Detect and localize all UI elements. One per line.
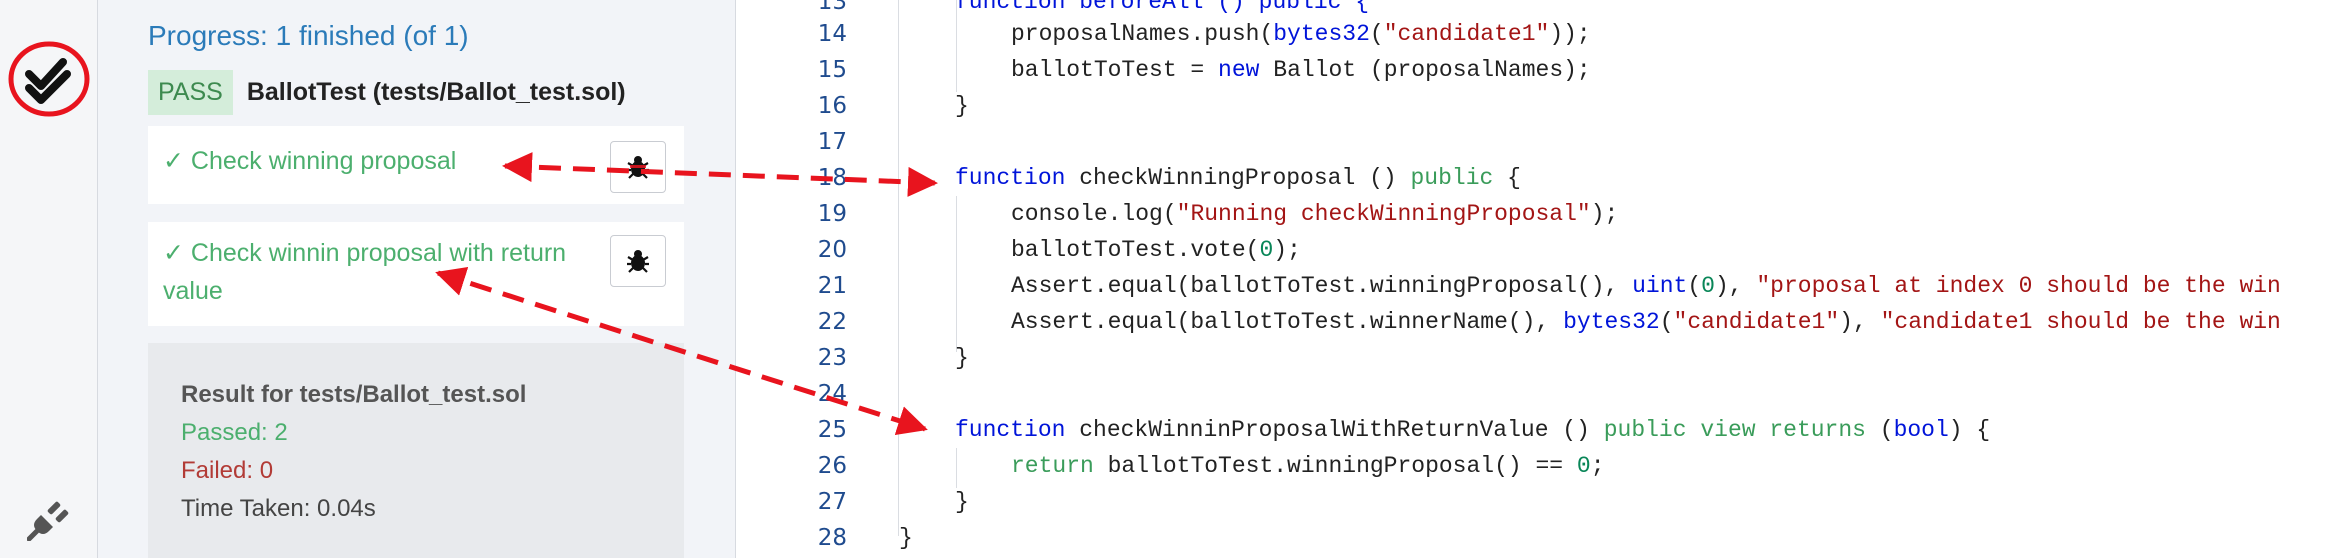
indent-guide: [898, 0, 899, 536]
code-line: Assert.equal(ballotToTest.winnerName(), …: [1011, 309, 2281, 335]
code-token: ;: [1590, 453, 1605, 479]
line-number: 27: [817, 489, 847, 515]
test-label: ✓ Check winning proposal: [163, 147, 457, 175]
pass-badge: PASS: [148, 69, 233, 115]
test-result-item[interactable]: ✓ Check winning proposal: [148, 126, 684, 204]
line-number: 25: [817, 417, 847, 443]
code-token: public: [1410, 165, 1494, 191]
code-token: bytes32: [1563, 309, 1660, 335]
code-token: (: [1369, 21, 1384, 47]
line-number: 17: [817, 129, 847, 155]
code-token: proposalNames.push(: [1011, 21, 1274, 47]
indent-guide: [956, 448, 957, 488]
test-panel: Progress: 1 finished (of 1) PASS BallotT…: [98, 0, 736, 558]
test-suite-header: PASS BallotTest (tests/Ballot_test.sol): [148, 68, 626, 116]
file-icon[interactable]: [0, 0, 97, 16]
code-token: function: [955, 417, 1066, 443]
code-line: ballotToTest = new Ballot (proposalNames…: [1011, 57, 1591, 83]
code-line: Assert.equal(ballotToTest.winningProposa…: [1011, 273, 2281, 299]
code-token: new: [1218, 57, 1260, 83]
test-label: ✓ Check winnin proposal with return valu…: [163, 239, 567, 305]
code-token: function beforeAll () public {: [955, 0, 1370, 15]
line-number: 18: [817, 165, 847, 191]
icon-rail: [0, 0, 98, 558]
code-token: 0: [1701, 273, 1715, 299]
line-number: 21: [817, 273, 847, 299]
code-line: function checkWinningProposal () public …: [955, 165, 1521, 191]
code-line: ballotToTest.vote(0);: [1011, 237, 1301, 263]
code-line: proposalNames.push(bytes32("candidate1")…: [1011, 21, 1591, 47]
code-token: checkWinningProposal (): [1065, 165, 1411, 191]
code-token: "candidate1": [1673, 309, 1840, 335]
code-token: "proposal at index 0 should be the win: [1756, 273, 2281, 299]
code-token: ),: [1839, 309, 1881, 335]
line-number: 23: [817, 345, 847, 371]
code-token: function: [955, 165, 1066, 191]
code-line: console.log("Running checkWinningProposa…: [1011, 201, 1618, 227]
code-token: bool: [1893, 417, 1949, 443]
debug-button[interactable]: [610, 235, 666, 287]
code-line: return ballotToTest.winningProposal() ==…: [1011, 453, 1605, 479]
code-line: }: [955, 345, 969, 371]
result-title: Result for tests/Ballot_test.sol: [181, 381, 527, 408]
code-token: Ballot (proposalNames);: [1259, 57, 1591, 83]
code-token: 0: [1259, 237, 1274, 263]
failed-count: Failed: 0: [181, 457, 274, 484]
time-taken: Time Taken: 0.04s: [181, 495, 376, 522]
line-number: 13: [817, 0, 847, 15]
line-number: 26: [817, 453, 847, 479]
test-plugin-icon[interactable]: [0, 38, 97, 120]
debug-button[interactable]: [610, 141, 666, 193]
result-summary: Result for tests/Ballot_test.sol Passed:…: [148, 343, 684, 558]
code-token: ));: [1549, 21, 1591, 47]
line-number: 16: [817, 93, 847, 119]
passed-count: Passed: 2: [181, 419, 288, 446]
code-token: ballotToTest.winningProposal() ==: [1093, 453, 1577, 479]
code-token: (: [1865, 417, 1894, 443]
line-number: 22: [817, 309, 847, 335]
code-token: public view returns: [1603, 417, 1866, 443]
code-line: function beforeAll () public {: [955, 0, 1369, 15]
line-number: 14: [817, 21, 847, 47]
suite-name: BallotTest (tests/Ballot_test.sol): [246, 77, 626, 106]
code-line: }: [955, 93, 969, 119]
code-token: (: [1659, 309, 1674, 335]
line-number: 15: [817, 57, 847, 83]
line-number: 19: [817, 201, 847, 227]
code-token: "candidate1 should be the win: [1880, 309, 2281, 335]
bug-icon: [627, 156, 649, 179]
code-token: 0: [1576, 453, 1591, 479]
indent-guide: [956, 196, 957, 352]
code-token: return: [1011, 453, 1094, 479]
line-number: 20: [817, 237, 847, 263]
code-token: checkWinninProposalWithReturnValue (): [1065, 417, 1604, 443]
bug-icon: [627, 250, 649, 273]
code-token: Assert.equal(ballotToTest.winningProposa…: [1011, 273, 1633, 299]
code-token: Assert.equal(ballotToTest.winnerName(),: [1011, 309, 1564, 335]
code-token: ) {: [1948, 417, 1991, 443]
code-token: {: [1493, 165, 1521, 191]
code-line: function checkWinninProposalWithReturnVa…: [955, 417, 1990, 443]
code-token: ballotToTest =: [1011, 57, 1219, 83]
code-line: }: [955, 489, 969, 515]
code-editor[interactable]: 13 14 15 16 17 18 19 20 21 22 23 24 25 2…: [736, 0, 2332, 558]
line-number: 24: [817, 381, 847, 407]
test-result-item[interactable]: ✓ Check winnin proposal with return valu…: [148, 222, 684, 326]
code-line: }: [899, 525, 913, 551]
code-token: "candidate1": [1383, 21, 1550, 47]
code-token: ),: [1714, 273, 1757, 299]
code-token: ballotToTest.vote(: [1011, 237, 1260, 263]
code-token: );: [1273, 237, 1301, 263]
code-token: );: [1590, 201, 1619, 227]
code-token: "Running checkWinningProposal": [1176, 201, 1591, 227]
code-token: (: [1687, 273, 1702, 299]
code-token: uint: [1632, 273, 1688, 299]
line-number: 28: [817, 525, 847, 551]
code-token: bytes32: [1273, 21, 1370, 47]
code-token: console.log(: [1011, 201, 1177, 227]
double-check-icon: [24, 58, 71, 104]
progress-text: Progress: 1 finished (of 1): [148, 20, 469, 51]
plug-icon[interactable]: [0, 494, 97, 544]
